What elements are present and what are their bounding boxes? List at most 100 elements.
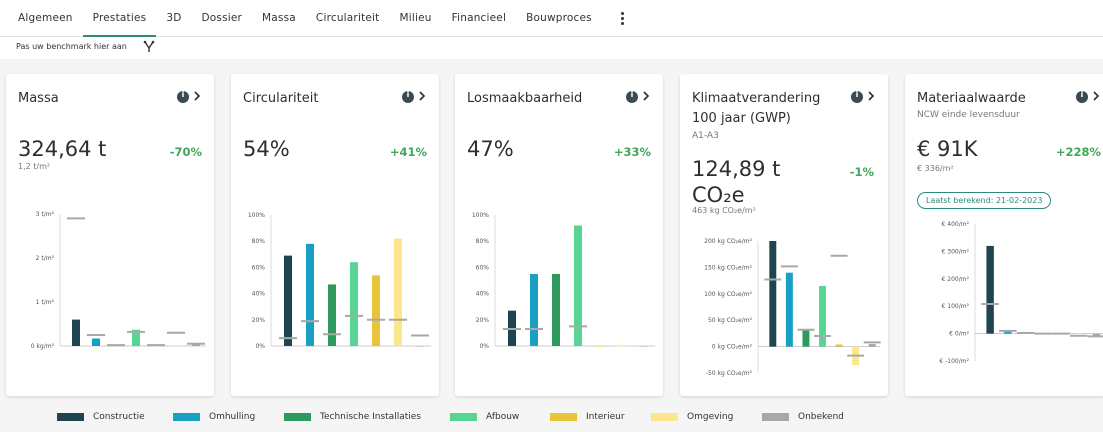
bar-omgeving[interactable] xyxy=(172,345,180,347)
y-tick-label: € 300/m² xyxy=(942,248,970,255)
tab-bar: Algemeen Prestaties 3D Dossier Massa Cir… xyxy=(8,0,632,37)
kpi-cards: Massa 324,64 t -70% 1,2 t/m² 0 kg/m² 1 t/… xyxy=(0,59,1103,399)
kpi-delta: +33% xyxy=(613,145,651,159)
legend-item-constructie: Constructie xyxy=(57,412,145,422)
y-tick-label: 100% xyxy=(248,212,265,219)
legend-swatch xyxy=(173,413,200,421)
klimaat-chart: -50 kg CO₂e/m² 0 kg CO₂e/m² 50 kg CO₂e/m² 1… xyxy=(704,238,881,377)
kpi-value: 324,64 t xyxy=(18,137,107,161)
more-vertical-icon[interactable] xyxy=(614,0,632,37)
kpi-value: 54% xyxy=(243,137,290,161)
benchmark-link[interactable]: Pas uw benchmark hier aan xyxy=(16,42,127,51)
top-navigation: Algemeen Prestaties 3D Dossier Massa Cir… xyxy=(0,0,1103,37)
bar-afbouw[interactable] xyxy=(350,262,358,346)
y-tick-label: 3 t/m² xyxy=(36,211,55,218)
card-title: Materiaalwaarde xyxy=(917,91,1026,106)
tab-algemeen[interactable]: Algemeen xyxy=(8,0,83,37)
bar-constructie[interactable] xyxy=(769,241,777,347)
chevron-right-icon[interactable] xyxy=(866,89,876,103)
benchmark-settings-icon[interactable] xyxy=(142,40,156,54)
legend-swatch xyxy=(450,413,477,421)
legend-swatch xyxy=(57,413,84,421)
chevron-right-icon[interactable] xyxy=(192,89,202,103)
bar-omgeving[interactable] xyxy=(1074,333,1083,334)
info-icon[interactable] xyxy=(1076,90,1088,103)
tab-circulariteit[interactable]: Circulariteit xyxy=(306,0,390,37)
legend-swatch xyxy=(284,413,311,421)
card-materiaalwaarde[interactable]: Materiaalwaarde NCW einde levensduur € 9… xyxy=(905,74,1103,396)
chart-legend: Constructie Omhulling Technische Install… xyxy=(0,412,1103,432)
y-tick-label: 200 kg CO₂e/m² xyxy=(704,238,752,245)
kpi-delta: +228% xyxy=(1055,145,1101,159)
kpi-value: 124,89 t CO₂e xyxy=(692,157,781,207)
info-icon[interactable] xyxy=(851,90,863,103)
y-tick-label: 0 kg/m² xyxy=(31,343,55,350)
massa-chart: 0 kg/m² 1 t/m² 2 t/m² 3 t/m² xyxy=(31,211,206,350)
circulariteit-chart: 0% 20% 40% 60% 80% 100% xyxy=(248,212,431,350)
bar-omgeving[interactable] xyxy=(394,238,402,346)
tab-prestaties[interactable]: Prestaties xyxy=(82,0,157,37)
bar-omgeving[interactable] xyxy=(618,346,626,347)
info-icon[interactable] xyxy=(626,90,638,103)
legend-item-omhulling: Omhulling xyxy=(173,412,255,422)
y-tick-label: 20% xyxy=(476,317,490,324)
bar-omhulling[interactable] xyxy=(92,338,100,346)
bar-constructie[interactable] xyxy=(986,245,994,334)
y-tick-label: 0 kg CO₂e/m² xyxy=(712,344,753,351)
bar-onbekend[interactable] xyxy=(640,346,648,347)
card-massa[interactable]: Massa 324,64 t -70% 1,2 t/m² 0 kg/m² 1 t/… xyxy=(6,74,214,396)
card-title: Klimaatverandering 100 jaar (GWP) xyxy=(692,91,821,126)
kpi-delta: -1% xyxy=(849,165,874,179)
legend-label: Interieur xyxy=(586,412,625,422)
chevron-right-icon[interactable] xyxy=(417,89,427,103)
y-tick-label: € 400/m² xyxy=(942,221,970,228)
chevron-right-icon[interactable] xyxy=(1091,89,1101,103)
tab-milieu[interactable]: Milieu xyxy=(389,0,441,37)
legend-label: Omhulling xyxy=(209,412,256,422)
legend-label: Afbouw xyxy=(486,412,520,422)
info-icon[interactable] xyxy=(177,90,189,103)
info-icon[interactable] xyxy=(402,90,414,103)
bar-interieur[interactable] xyxy=(372,275,380,346)
bar-onbekend[interactable] xyxy=(868,343,876,347)
bar-constructie[interactable] xyxy=(284,255,292,346)
bar-interieur[interactable] xyxy=(835,344,843,347)
bar-omhulling[interactable] xyxy=(530,273,538,346)
chevron-right-icon[interactable] xyxy=(641,89,651,103)
y-tick-label: € 200/m² xyxy=(942,276,970,283)
bar-technische-installaties[interactable] xyxy=(328,284,336,346)
card-circulariteit[interactable]: Circulariteit 54% +41% 0% 20% 40% 60% 80% 100… xyxy=(231,74,439,396)
tab-massa[interactable]: Massa xyxy=(252,0,306,37)
legend-swatch xyxy=(550,413,577,421)
legend-label: Onbekend xyxy=(798,412,844,422)
kpi-delta: -70% xyxy=(169,145,202,159)
bar-interieur[interactable] xyxy=(596,346,604,347)
tab-3d[interactable]: 3D xyxy=(156,0,191,37)
legend-item-interieur: Interieur xyxy=(550,412,625,422)
y-tick-label: 40% xyxy=(476,291,490,298)
tab-dossier[interactable]: Dossier xyxy=(192,0,253,37)
y-tick-label: 40% xyxy=(252,291,266,298)
tab-financieel[interactable]: Financieel xyxy=(442,0,516,37)
bar-technische-installaties[interactable] xyxy=(802,329,810,347)
legend-item-afbouw: Afbouw xyxy=(450,412,519,422)
y-tick-label: 80% xyxy=(252,238,266,245)
bar-technische-installaties[interactable] xyxy=(552,273,560,346)
bar-omhulling[interactable] xyxy=(785,272,793,347)
bar-afbouw[interactable] xyxy=(819,285,826,347)
bar-afbouw[interactable] xyxy=(574,225,582,346)
y-tick-label: € 100/m² xyxy=(942,303,970,310)
kpi-unit: € 336/m² xyxy=(917,164,954,173)
tab-bouwproces[interactable]: Bouwproces xyxy=(516,0,602,37)
card-losmaakbaarheid[interactable]: Losmaakbaarheid 47% +33% 0% 20% 40% 60% 80% 1… xyxy=(455,74,663,396)
y-tick-label: 50 kg CO₂e/m² xyxy=(708,317,753,324)
y-tick-label: € 0/m² xyxy=(949,331,969,338)
y-tick-label: 100% xyxy=(472,212,489,219)
legend-item-technische-installaties: Technische Installaties xyxy=(284,412,421,422)
bar-constructie[interactable] xyxy=(72,319,80,346)
legend-item-onbekend: Onbekend xyxy=(762,412,844,422)
bar-onbekend[interactable] xyxy=(416,346,424,347)
bar-omhulling[interactable] xyxy=(306,243,314,346)
y-tick-label: 80% xyxy=(476,238,490,245)
card-klimaatverandering[interactable]: Klimaatverandering 100 jaar (GWP) A1-A3 … xyxy=(680,74,888,396)
